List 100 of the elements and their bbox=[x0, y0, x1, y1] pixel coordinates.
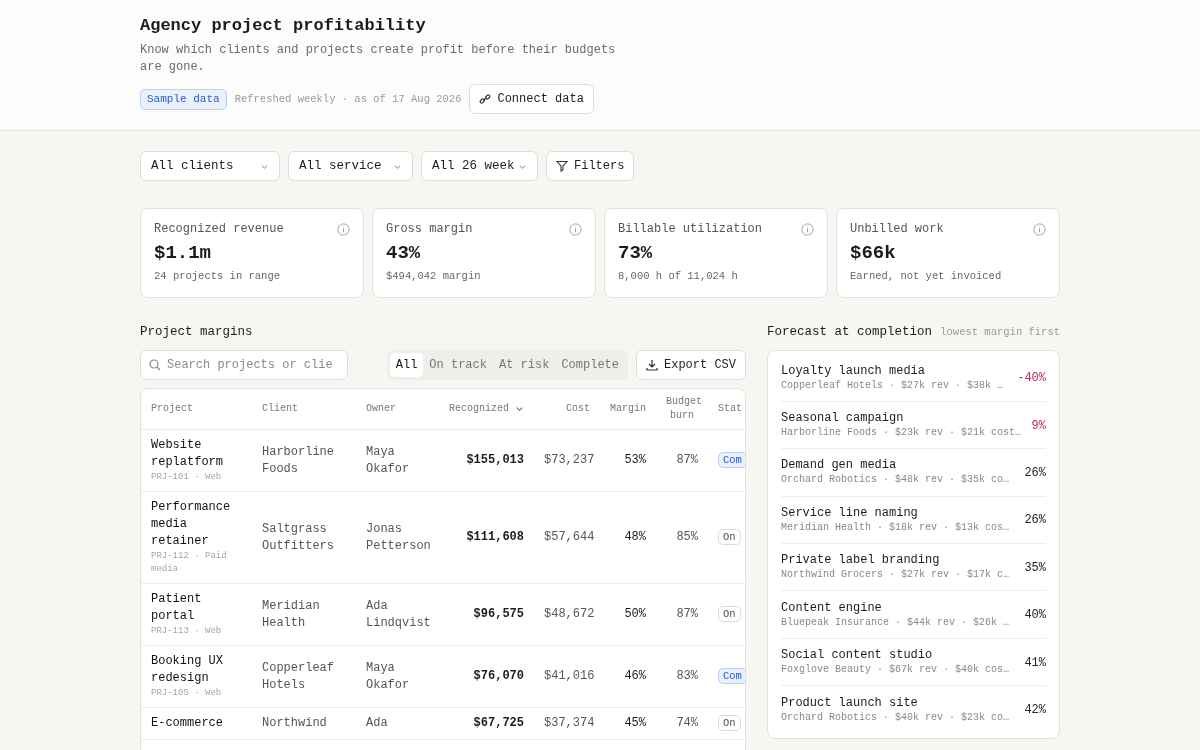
cost-value: $73,237 bbox=[544, 453, 595, 467]
kpi-note: 8,000 h of 11,024 h bbox=[618, 269, 739, 284]
forecast-detail: Harborline Foods · $23k rev · $21k cost… bbox=[781, 426, 1022, 441]
cost-value: $37,374 bbox=[544, 716, 595, 730]
kpi-value: 73% bbox=[618, 241, 654, 266]
project-code: PRJ-105 · Web bbox=[151, 687, 223, 700]
forecast-detail: Meridian Health · $18k rev · $13k cos… bbox=[781, 520, 1010, 535]
filters-button[interactable]: Filters bbox=[546, 151, 635, 181]
download-icon bbox=[646, 358, 658, 371]
filter-dropdown[interactable]: All 26 week bbox=[421, 151, 538, 181]
margin-value: 46% bbox=[624, 669, 646, 683]
kpi-label: Recognized revenue bbox=[154, 221, 284, 238]
status-tab[interactable]: Complete bbox=[555, 352, 625, 377]
info-icon bbox=[569, 222, 582, 236]
project-name: Website replatform bbox=[151, 437, 224, 471]
forecast-detail: Orchard Robotics · $40k rev · $23k co… bbox=[781, 710, 1010, 725]
status-badge: On bbox=[718, 529, 741, 545]
forecast-margin: 26% bbox=[1024, 512, 1046, 530]
filter-icon bbox=[556, 160, 568, 172]
project-name: Booking UX redesign bbox=[151, 653, 224, 687]
forecast-project-name: Loyalty launch media bbox=[781, 363, 927, 379]
project-code: PRJ-112 · Paid media bbox=[151, 550, 228, 576]
column-header[interactable]: Margin bbox=[600, 388, 656, 430]
page-subtitle: Know which clients and projects create profit before their budgets are gone. bbox=[140, 42, 617, 77]
owner-name: Maya Okafor bbox=[366, 660, 410, 692]
refresh-note: Refreshed weekly · as of 17 Aug 2026 bbox=[234, 91, 462, 107]
budget-burn-value: 83% bbox=[676, 669, 698, 683]
forecast-detail: Bluepeak Insurance · $44k rev · $26k … bbox=[781, 615, 1010, 630]
margin-value: 45% bbox=[624, 716, 646, 730]
search-icon bbox=[149, 358, 161, 371]
status-tab[interactable]: At risk bbox=[492, 352, 556, 377]
info-icon bbox=[1033, 222, 1046, 236]
link-icon bbox=[479, 93, 492, 106]
column-header[interactable]: Budget burn bbox=[656, 388, 708, 430]
project-name: Patient portal bbox=[151, 591, 203, 625]
client-name: Harborline Foods bbox=[262, 444, 334, 476]
column-header[interactable]: Project bbox=[141, 388, 252, 430]
section-title: Forecast at completion bbox=[767, 323, 933, 341]
project-code: PRJ-113 · Web bbox=[151, 625, 223, 638]
project-code: PRJ-101 · Web bbox=[151, 471, 223, 484]
cost-value: $41,016 bbox=[544, 669, 595, 683]
search-field[interactable]: Search projects or clie bbox=[140, 349, 348, 380]
connect-data-button[interactable]: Connect data bbox=[469, 84, 594, 115]
kpi-label: Billable utilization bbox=[618, 221, 763, 238]
recognized-value: $111,608 bbox=[466, 530, 524, 544]
forecast-project-name: Demand gen media bbox=[781, 458, 898, 474]
status-tab[interactable]: All bbox=[389, 352, 424, 377]
filter-dropdown[interactable]: All clients bbox=[140, 151, 280, 181]
status-badge: On bbox=[718, 606, 741, 622]
forecast-project-name: Content engine bbox=[781, 600, 883, 616]
forecast-margin: 40% bbox=[1024, 607, 1046, 625]
forecast-detail: Orchard Robotics · $48k rev · $35k co… bbox=[781, 473, 1010, 488]
margin-value: 53% bbox=[624, 453, 646, 467]
kpi-label: Gross margin bbox=[386, 221, 473, 238]
forecast-detail: Foxglove Beauty · $67k rev · $40k cos… bbox=[781, 663, 1010, 678]
client-name: Saltgrass Outfitters bbox=[262, 521, 334, 553]
column-header[interactable]: Recognized bbox=[437, 388, 534, 430]
forecast-project-name: Service line naming bbox=[781, 505, 919, 521]
kpi-value: $66k bbox=[850, 241, 897, 266]
recognized-value: $155,013 bbox=[466, 453, 524, 467]
forecast-project-name: Product launch site bbox=[781, 695, 919, 711]
kpi-value: 43% bbox=[386, 241, 422, 266]
forecast-project-name: Social content studio bbox=[781, 648, 934, 664]
client-name: Meridian Health bbox=[262, 598, 320, 630]
forecast-project-name: Seasonal campaign bbox=[781, 411, 905, 427]
owner-name: Ada Lindqvist bbox=[366, 598, 431, 630]
sample-data-badge: Sample data bbox=[140, 89, 227, 110]
project-name: E-commerce bbox=[151, 715, 224, 732]
status-tab[interactable]: On track bbox=[423, 352, 493, 377]
owner-name: Jonas Petterson bbox=[366, 521, 431, 553]
margin-value: 50% bbox=[624, 607, 646, 621]
cost-value: $57,644 bbox=[544, 530, 595, 544]
filter-dropdown[interactable]: All service bbox=[288, 151, 413, 181]
owner-name: Ada bbox=[366, 716, 388, 730]
owner-name: Maya Okafor bbox=[366, 444, 410, 476]
forecast-margin: 41% bbox=[1024, 654, 1046, 672]
kpi-label: Unbilled work bbox=[850, 221, 944, 238]
kpi-value: $1.1m bbox=[154, 241, 212, 266]
forecast-margin: 42% bbox=[1024, 702, 1046, 720]
client-name: Northwind bbox=[262, 716, 327, 730]
recognized-value: $76,070 bbox=[473, 669, 524, 683]
export-csv-button[interactable]: Export CSV bbox=[636, 349, 746, 380]
recognized-value: $96,575 bbox=[473, 607, 524, 621]
kpi-note: $494,042 margin bbox=[386, 269, 482, 284]
budget-burn-value: 87% bbox=[676, 453, 698, 467]
cost-value: $48,672 bbox=[544, 607, 595, 621]
info-icon bbox=[801, 222, 814, 236]
column-header[interactable]: Owner bbox=[356, 388, 437, 430]
status-badge: On bbox=[718, 715, 741, 731]
column-header[interactable]: Cost bbox=[534, 388, 600, 430]
forecast-margin: 9% bbox=[1031, 417, 1046, 435]
project-name: Performance media retainer bbox=[151, 499, 232, 550]
sort-note: lowest margin first bbox=[940, 324, 1060, 340]
budget-burn-value: 74% bbox=[676, 716, 698, 730]
recognized-value: $67,725 bbox=[473, 716, 524, 730]
forecast-project-name: Private label branding bbox=[781, 553, 941, 569]
column-header[interactable]: Client bbox=[252, 388, 356, 430]
page-title: Agency project profitability bbox=[140, 16, 427, 37]
status-badge: Com bbox=[718, 668, 745, 684]
kpi-note: Earned, not yet invoiced bbox=[850, 269, 1003, 284]
